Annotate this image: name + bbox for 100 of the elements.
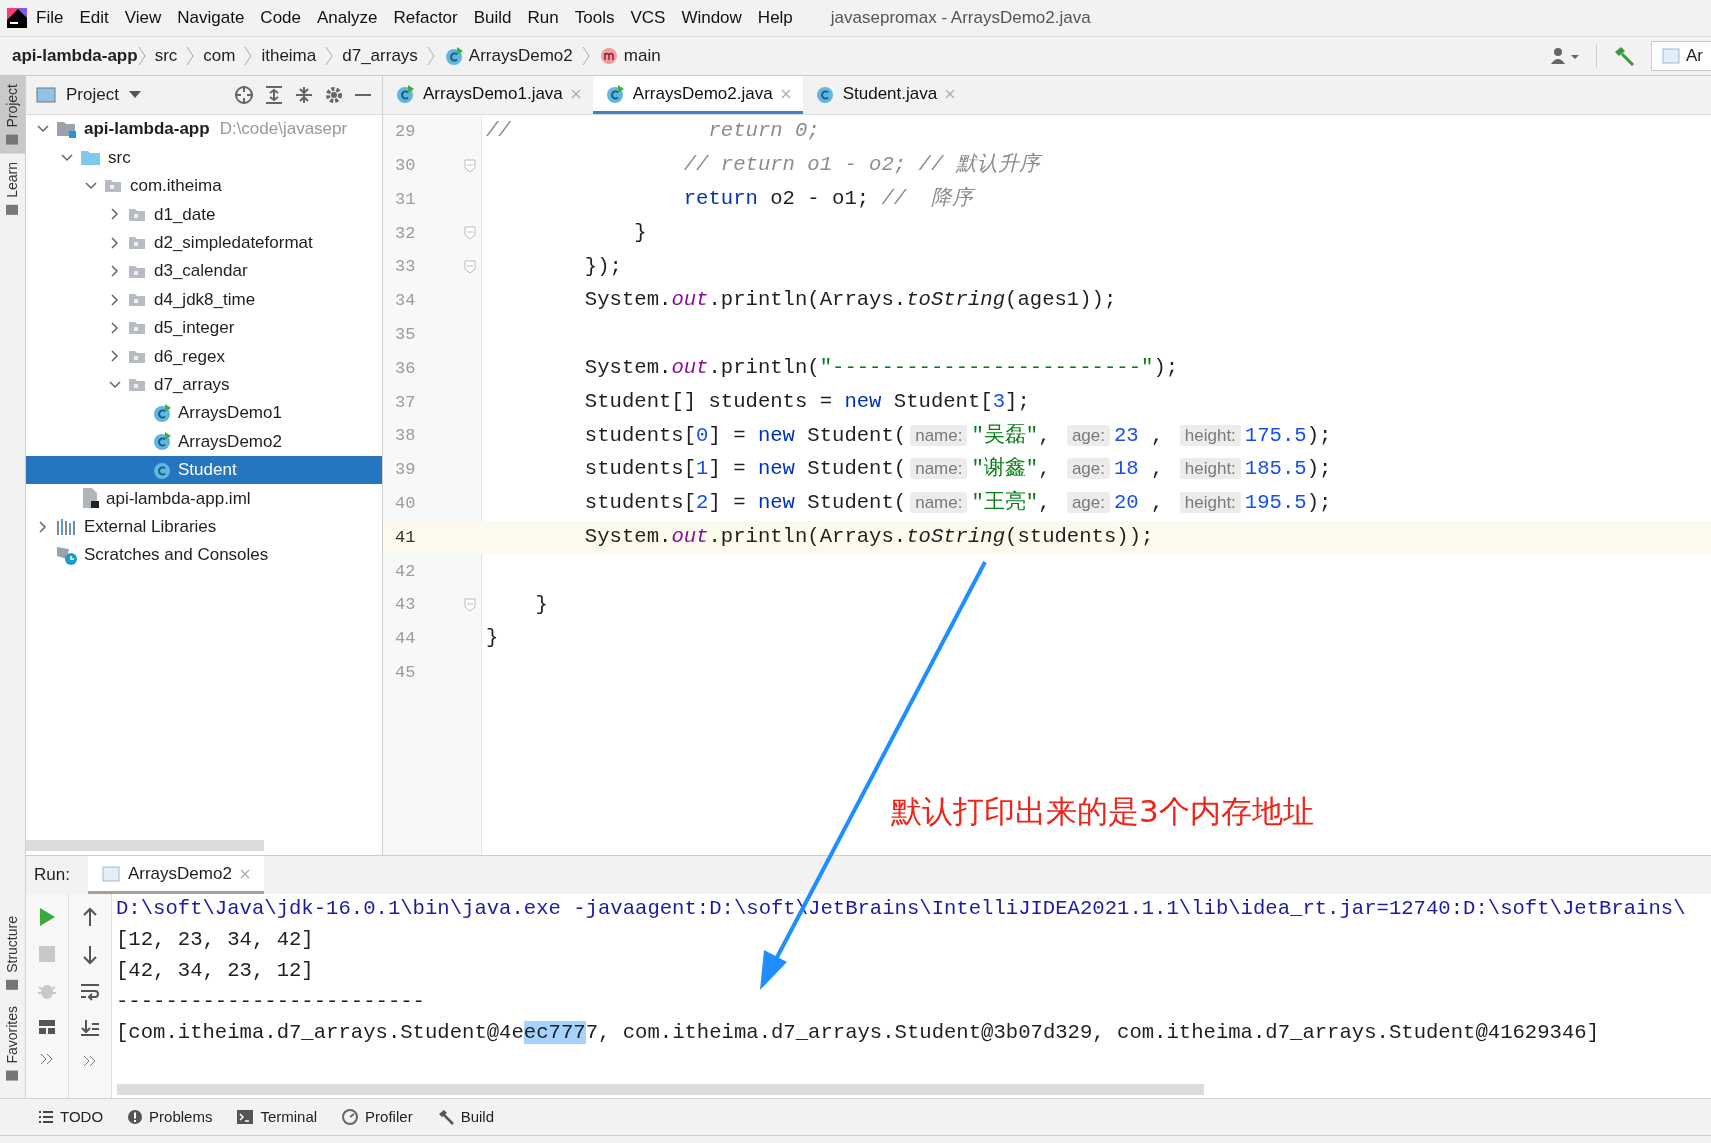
tool-window-button[interactable]: Profiler: [341, 1105, 413, 1129]
menu-item[interactable]: Code: [252, 5, 309, 31]
menu-item[interactable]: Window: [673, 5, 750, 31]
chevron-right-icon[interactable]: [109, 236, 121, 249]
chevron-right-icon[interactable]: [109, 265, 121, 278]
line-number: 33: [394, 256, 417, 279]
line-number: 40: [394, 492, 417, 515]
fold-marker-icon[interactable]: [464, 226, 476, 241]
editor-tab[interactable]: ArraysDemo1.java: [383, 76, 593, 114]
chevron-right-icon[interactable]: [109, 350, 121, 363]
menu-item[interactable]: Tools: [566, 5, 623, 31]
tree-item[interactable]: Scratches and Consoles: [26, 540, 382, 570]
menu-item[interactable]: Navigate: [169, 5, 253, 31]
console-icon: [101, 865, 120, 882]
folder-icon: [128, 376, 148, 394]
down-arrow-icon[interactable]: [82, 945, 98, 965]
gauge-icon: [341, 1108, 360, 1126]
fold-marker-icon[interactable]: [464, 158, 476, 173]
runnable-class-icon: [395, 83, 415, 104]
breadcrumb-item[interactable]: com: [203, 43, 236, 69]
chevron-right-icon[interactable]: [37, 520, 49, 533]
tree-item[interactable]: External Libraries: [26, 512, 382, 541]
chevron-right-icon[interactable]: [109, 321, 121, 334]
menu-item[interactable]: VCS: [622, 5, 674, 31]
settings-icon[interactable]: [324, 85, 344, 105]
libraries-icon: [56, 517, 78, 536]
chevron-down-icon[interactable]: [109, 378, 121, 391]
tree-item[interactable]: d3_calendar: [26, 256, 382, 286]
menu-item[interactable]: Refactor: [385, 5, 466, 31]
editor-tab[interactable]: Student.java: [802, 76, 968, 114]
code-line: // return 0;: [486, 118, 820, 145]
run-config-field[interactable]: Ar: [1651, 41, 1711, 71]
editor-tab[interactable]: ArraysDemo2.java: [592, 76, 803, 114]
breadcrumb-item[interactable]: itheima: [261, 43, 317, 69]
breadcrumb-item[interactable]: main: [623, 43, 661, 69]
line-number: 34: [394, 290, 417, 313]
breadcrumb-item[interactable]: api-lambda-app: [12, 43, 138, 69]
breadcrumb-separator-icon: [137, 46, 146, 66]
menu-item[interactable]: Build: [465, 5, 520, 31]
tree-item[interactable]: Student: [26, 455, 382, 485]
menu-item[interactable]: Run: [519, 5, 567, 31]
code-line: System.out.println(Arrays.toString(ages1));: [583, 287, 1117, 314]
tree-item[interactable]: d7_arrays: [26, 370, 382, 399]
tree-item[interactable]: d5_integer: [26, 313, 382, 343]
tree-item[interactable]: api-lambda-app.iml: [26, 484, 382, 513]
line-number: 41: [394, 526, 417, 549]
fold-marker-icon[interactable]: [464, 260, 476, 275]
hammer-icon[interactable]: [1613, 45, 1635, 67]
menu-item[interactable]: File: [28, 5, 72, 31]
tree-item[interactable]: d1_date: [26, 200, 382, 229]
tree-item[interactable]: ArraysDemo2: [26, 427, 382, 456]
tree-item[interactable]: d6_regex: [26, 342, 382, 371]
tool-window-button[interactable]: Terminal: [236, 1105, 318, 1129]
chevron-right-icon[interactable]: [109, 293, 121, 306]
tool-window-button[interactable]: TODO: [38, 1105, 104, 1129]
panel-icon: [36, 86, 56, 104]
tree-item[interactable]: com.itheima: [26, 171, 382, 201]
chevron-right-icon[interactable]: [109, 208, 121, 221]
menu-item[interactable]: Help: [749, 5, 801, 31]
tree-item[interactable]: src: [26, 143, 382, 172]
more-icon[interactable]: [40, 1053, 54, 1065]
scrollbar[interactable]: [26, 840, 264, 851]
breadcrumb-item[interactable]: src: [154, 43, 178, 69]
breadcrumb-item[interactable]: ArraysDemo2: [468, 43, 573, 69]
expand-all-icon[interactable]: [264, 85, 284, 105]
panel-title-dropdown[interactable]: Project: [66, 82, 141, 108]
menu-item[interactable]: Analyze: [309, 5, 386, 31]
run-icon[interactable]: [38, 907, 56, 927]
run-tab[interactable]: ArraysDemo2: [87, 856, 264, 894]
tool-window-button[interactable]: Build: [436, 1105, 494, 1129]
user-dropdown-icon[interactable]: [1550, 46, 1580, 66]
crosshair-icon[interactable]: [234, 85, 254, 105]
chevron-down-icon[interactable]: [85, 179, 97, 192]
collapse-all-icon[interactable]: [294, 85, 314, 105]
tree-item[interactable]: api-lambda-app D:\code\javasepr: [26, 115, 382, 144]
method-icon: [598, 46, 619, 66]
window-title: javasepromax - ArraysDemo2.java: [830, 7, 1091, 30]
fold-marker-icon[interactable]: [464, 598, 476, 613]
tree-item[interactable]: d4_jdk8_time: [26, 285, 382, 314]
tool-window-tab[interactable]: Project: [0, 76, 25, 154]
menu-item[interactable]: Edit: [71, 5, 117, 31]
breadcrumb-item[interactable]: d7_arrays: [342, 43, 418, 69]
line-number: 35: [394, 323, 417, 346]
up-arrow-icon[interactable]: [82, 907, 98, 927]
scrollbar[interactable]: [117, 1084, 1204, 1095]
chevron-down-icon[interactable]: [61, 151, 73, 164]
tool-window-tab[interactable]: Favorites: [0, 998, 25, 1090]
more-icon[interactable]: [83, 1055, 97, 1067]
soft-wrap-icon[interactable]: [80, 983, 100, 1001]
tool-window-tab[interactable]: Structure: [0, 907, 25, 999]
tree-item[interactable]: ArraysDemo1: [26, 398, 382, 428]
source-folder-icon: [80, 148, 102, 167]
breadcrumb-separator-icon: [186, 46, 195, 66]
tool-window-button[interactable]: Problems: [127, 1105, 213, 1129]
tree-item[interactable]: d2_simpledateformat: [26, 228, 382, 257]
scroll-to-end-icon[interactable]: [80, 1019, 100, 1037]
line-number: 37: [394, 391, 417, 414]
layout-icon[interactable]: [38, 1019, 56, 1035]
tool-window-tab[interactable]: Learn: [0, 153, 25, 224]
menu-item[interactable]: View: [116, 5, 170, 31]
